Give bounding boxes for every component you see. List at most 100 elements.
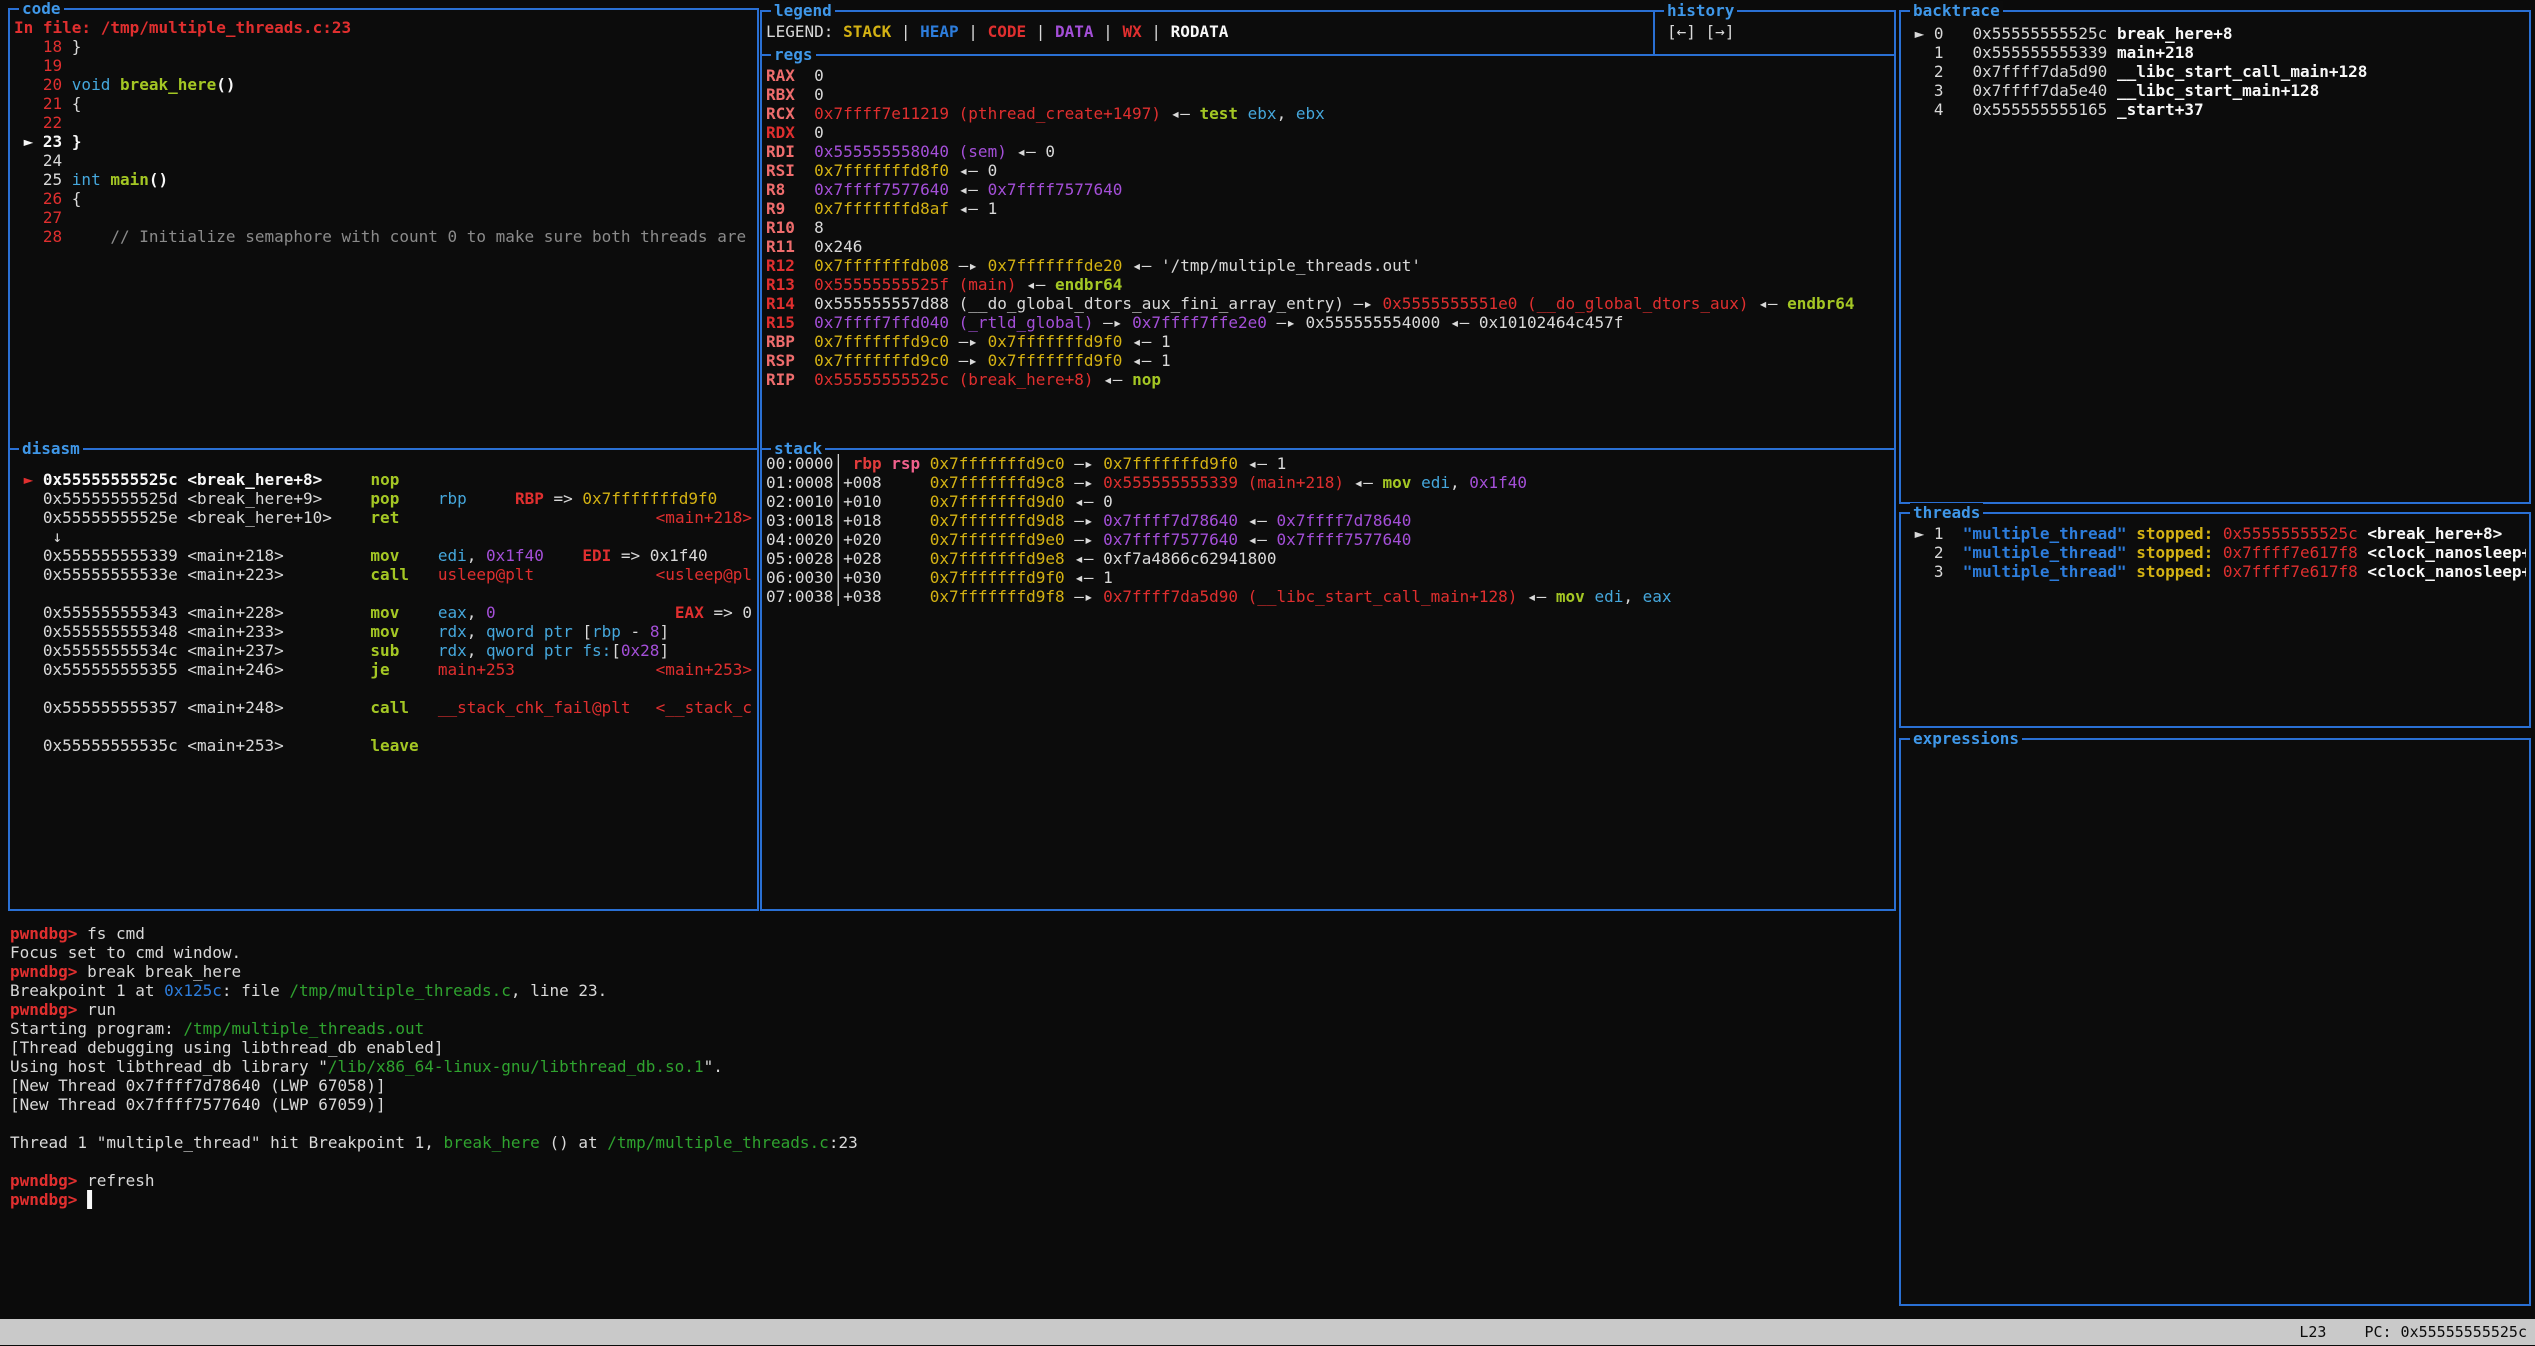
threads-content: ► 1 "multiple_thread" stopped: 0x5555555… <box>1905 524 2526 723</box>
history-content: [←] [→] <box>1667 22 1891 53</box>
register-row: RIP 0x55555555525c (break_here+8) ◂— nop <box>766 370 1891 389</box>
terminal-line: Focus set to cmd window. <box>10 943 1890 962</box>
right-aligned-annotation: <main+253> <box>656 660 752 679</box>
status-right: L23 PC: 0x55555555525c <box>2261 1319 2527 1345</box>
panel-regs: regs RAX 0RBX 0RCX 0x7ffff7e11219 (pthre… <box>760 54 1896 452</box>
pwndbg-tui-screen: code In file: /tmp/multiple_threads.c:23… <box>0 0 2535 1346</box>
backtrace-frame-row: ► 0 0x55555555525c break_here+8 <box>1905 24 2526 43</box>
code-line: 18 } <box>14 37 754 56</box>
panel-backtrace: backtrace ► 0 0x55555555525c break_here+… <box>1899 10 2531 504</box>
regs-content: RAX 0RBX 0RCX 0x7ffff7e11219 (pthread_cr… <box>766 66 1891 447</box>
status-line-number: L23 <box>2299 1323 2326 1341</box>
terminal-line: Breakpoint 1 at 0x125c: file /tmp/multip… <box>10 981 1890 1000</box>
register-row: RBP 0x7fffffffd9c0 —▸ 0x7fffffffd9f0 ◂— … <box>766 332 1891 351</box>
code-line: ► 23 } <box>14 132 754 151</box>
disasm-instruction-row: 0x555555555348 <main+233> mov rdx, qword… <box>14 622 754 641</box>
panel-backtrace-title: backtrace <box>1910 1 2003 20</box>
thread-row: 2 "multiple_thread" stopped: 0x7ffff7e61… <box>1905 543 2526 562</box>
backtrace-frame-row: 2 0x7ffff7da5d90 __libc_start_call_main+… <box>1905 62 2526 81</box>
history-forward-button[interactable]: [→] <box>1706 22 1735 41</box>
disasm-instruction-row: 0x555555555357 <main+248> call __stack_c… <box>14 698 754 717</box>
code-line: 21 { <box>14 94 754 113</box>
register-row: RAX 0 <box>766 66 1891 85</box>
register-row: R12 0x7fffffffdb08 —▸ 0x7fffffffde20 ◂— … <box>766 256 1891 275</box>
terminal-line: [Thread debugging using libthread_db ena… <box>10 1038 1890 1057</box>
disasm-instruction-row: ► 0x55555555525c <break_here+8> nop <box>14 470 754 489</box>
panel-threads-title: threads <box>1910 503 1983 522</box>
disasm-instruction-row: 0x555555555355 <main+246> je main+253<ma… <box>14 660 754 679</box>
terminal-line: pwndbg> run <box>10 1000 1890 1019</box>
panel-regs-title: regs <box>771 45 816 64</box>
terminal-output[interactable]: pwndbg> fs cmdFocus set to cmd window.pw… <box>10 924 1890 1209</box>
panel-threads: threads ► 1 "multiple_thread" stopped: 0… <box>1899 512 2531 728</box>
disasm-content: ► 0x55555555525c <break_here+8> nop 0x55… <box>14 470 754 906</box>
register-row: R8 0x7ffff7577640 ◂— 0x7ffff7577640 <box>766 180 1891 199</box>
terminal-line: [New Thread 0x7ffff7577640 (LWP 67059)] <box>10 1095 1890 1114</box>
terminal-line <box>10 1114 1890 1133</box>
terminal-line: pwndbg> fs cmd <box>10 924 1890 943</box>
panel-stack: stack 00:0000│ rbp rsp 0x7fffffffd9c0 —▸… <box>760 448 1896 911</box>
disasm-instruction-row: ↓ <box>14 527 754 546</box>
legend-content: LEGEND: STACK | HEAP | CODE | DATA | WX … <box>766 22 1652 53</box>
register-row: R10 8 <box>766 218 1891 237</box>
register-row: RDX 0 <box>766 123 1891 142</box>
right-aligned-annotation: EAX => 0 <box>675 603 752 622</box>
stack-entry-row: 02:0010│+010 0x7fffffffd9d0 ◂— 0 <box>766 492 1891 511</box>
thread-row: 3 "multiple_thread" stopped: 0x7ffff7e61… <box>1905 562 2526 581</box>
code-line: 19 <box>14 56 754 75</box>
register-row: R15 0x7ffff7ffd040 (_rtld_global) —▸ 0x7… <box>766 313 1891 332</box>
thread-row: ► 1 "multiple_thread" stopped: 0x5555555… <box>1905 524 2526 543</box>
command-input-line[interactable]: pwndbg> ▌ <box>10 1190 1890 1209</box>
backtrace-frame-row: 3 0x7ffff7da5e40 __libc_start_main+128 <box>1905 81 2526 100</box>
disasm-instruction-row <box>14 584 754 603</box>
register-row: R14 0x555555557d88 (__do_global_dtors_au… <box>766 294 1891 313</box>
terminal-line: Using host libthread_db library "/lib/x8… <box>10 1057 1890 1076</box>
backtrace-frame-row: 4 0x555555555165 _start+37 <box>1905 100 2526 119</box>
register-row: RSP 0x7fffffffd9c0 —▸ 0x7fffffffd9f0 ◂— … <box>766 351 1891 370</box>
stack-entry-row: 04:0020│+020 0x7fffffffd9e0 —▸ 0x7ffff75… <box>766 530 1891 549</box>
stack-content: 00:0000│ rbp rsp 0x7fffffffd9c0 —▸ 0x7ff… <box>766 454 1891 906</box>
disasm-instruction-row: 0x55555555534c <main+237> sub rdx, qword… <box>14 641 754 660</box>
expressions-content <box>1905 746 2526 1301</box>
right-aligned-annotation: <usleep@pl <box>656 565 752 584</box>
panel-history: history [←] [→] <box>1653 10 1896 58</box>
panel-code: code In file: /tmp/multiple_threads.c:23… <box>8 8 759 452</box>
register-row: R13 0x55555555525f (main) ◂— endbr64 <box>766 275 1891 294</box>
disasm-instruction-row <box>14 679 754 698</box>
code-line: 24 <box>14 151 754 170</box>
panel-legend-title: legend <box>771 1 835 20</box>
register-row: RDI 0x555555558040 (sem) ◂— 0 <box>766 142 1891 161</box>
code-line: 22 <box>14 113 754 132</box>
disasm-instruction-row: 0x55555555525e <break_here+10> ret<main+… <box>14 508 754 527</box>
code-line: 26 { <box>14 189 754 208</box>
register-row: RBX 0 <box>766 85 1891 104</box>
code-line: 20 void break_here() <box>14 75 754 94</box>
disasm-instruction-row: 0x55555555525d <break_here+9> pop rbp RB… <box>14 489 754 508</box>
terminal-line: pwndbg> break break_here <box>10 962 1890 981</box>
terminal-line: Thread 1 "multiple_thread" hit Breakpoin… <box>10 1133 1890 1152</box>
status-pc: PC: 0x55555555525c <box>2364 1323 2527 1341</box>
history-button-gap <box>1696 22 1706 41</box>
terminal-line <box>10 1152 1890 1171</box>
panel-history-title: history <box>1664 1 1737 20</box>
disasm-instruction-row: 0x555555555343 <main+228> mov eax, 0EAX … <box>14 603 754 622</box>
disasm-instruction-row <box>14 717 754 736</box>
history-buttons: [←] [→] <box>1667 22 1734 41</box>
history-back-button[interactable]: [←] <box>1667 22 1696 41</box>
code-line: 28 // Initialize semaphore with count 0 … <box>14 227 754 246</box>
right-aligned-annotation: <main+218> <box>656 508 752 527</box>
register-row: R11 0x246 <box>766 237 1891 256</box>
disasm-instruction-row: 0x55555555535c <main+253> leave <box>14 736 754 755</box>
stack-entry-row: 05:0028│+028 0x7fffffffd9e8 ◂— 0xf7a4866… <box>766 549 1891 568</box>
register-row: RSI 0x7fffffffd8f0 ◂— 0 <box>766 161 1891 180</box>
stack-entry-row: 06:0030│+030 0x7fffffffd9f0 ◂— 1 <box>766 568 1891 587</box>
disasm-instruction-row: 0x55555555533e <main+223> call usleep@pl… <box>14 565 754 584</box>
backtrace-content: ► 0 0x55555555525c break_here+8 1 0x5555… <box>1905 24 2526 499</box>
panel-legend: legend LEGEND: STACK | HEAP | CODE | DAT… <box>760 10 1657 58</box>
status-bar: multi-thre Thread 0x7ffff7d797 In: break… <box>0 1319 2535 1345</box>
disasm-instruction-row: 0x555555555339 <main+218> mov edi, 0x1f4… <box>14 546 754 565</box>
terminal-line: Starting program: /tmp/multiple_threads.… <box>10 1019 1890 1038</box>
code-content: In file: /tmp/multiple_threads.c:23 18 }… <box>14 18 754 447</box>
panel-code-title: code <box>19 0 64 18</box>
stack-entry-row: 03:0018│+018 0x7fffffffd9d8 —▸ 0x7ffff7d… <box>766 511 1891 530</box>
